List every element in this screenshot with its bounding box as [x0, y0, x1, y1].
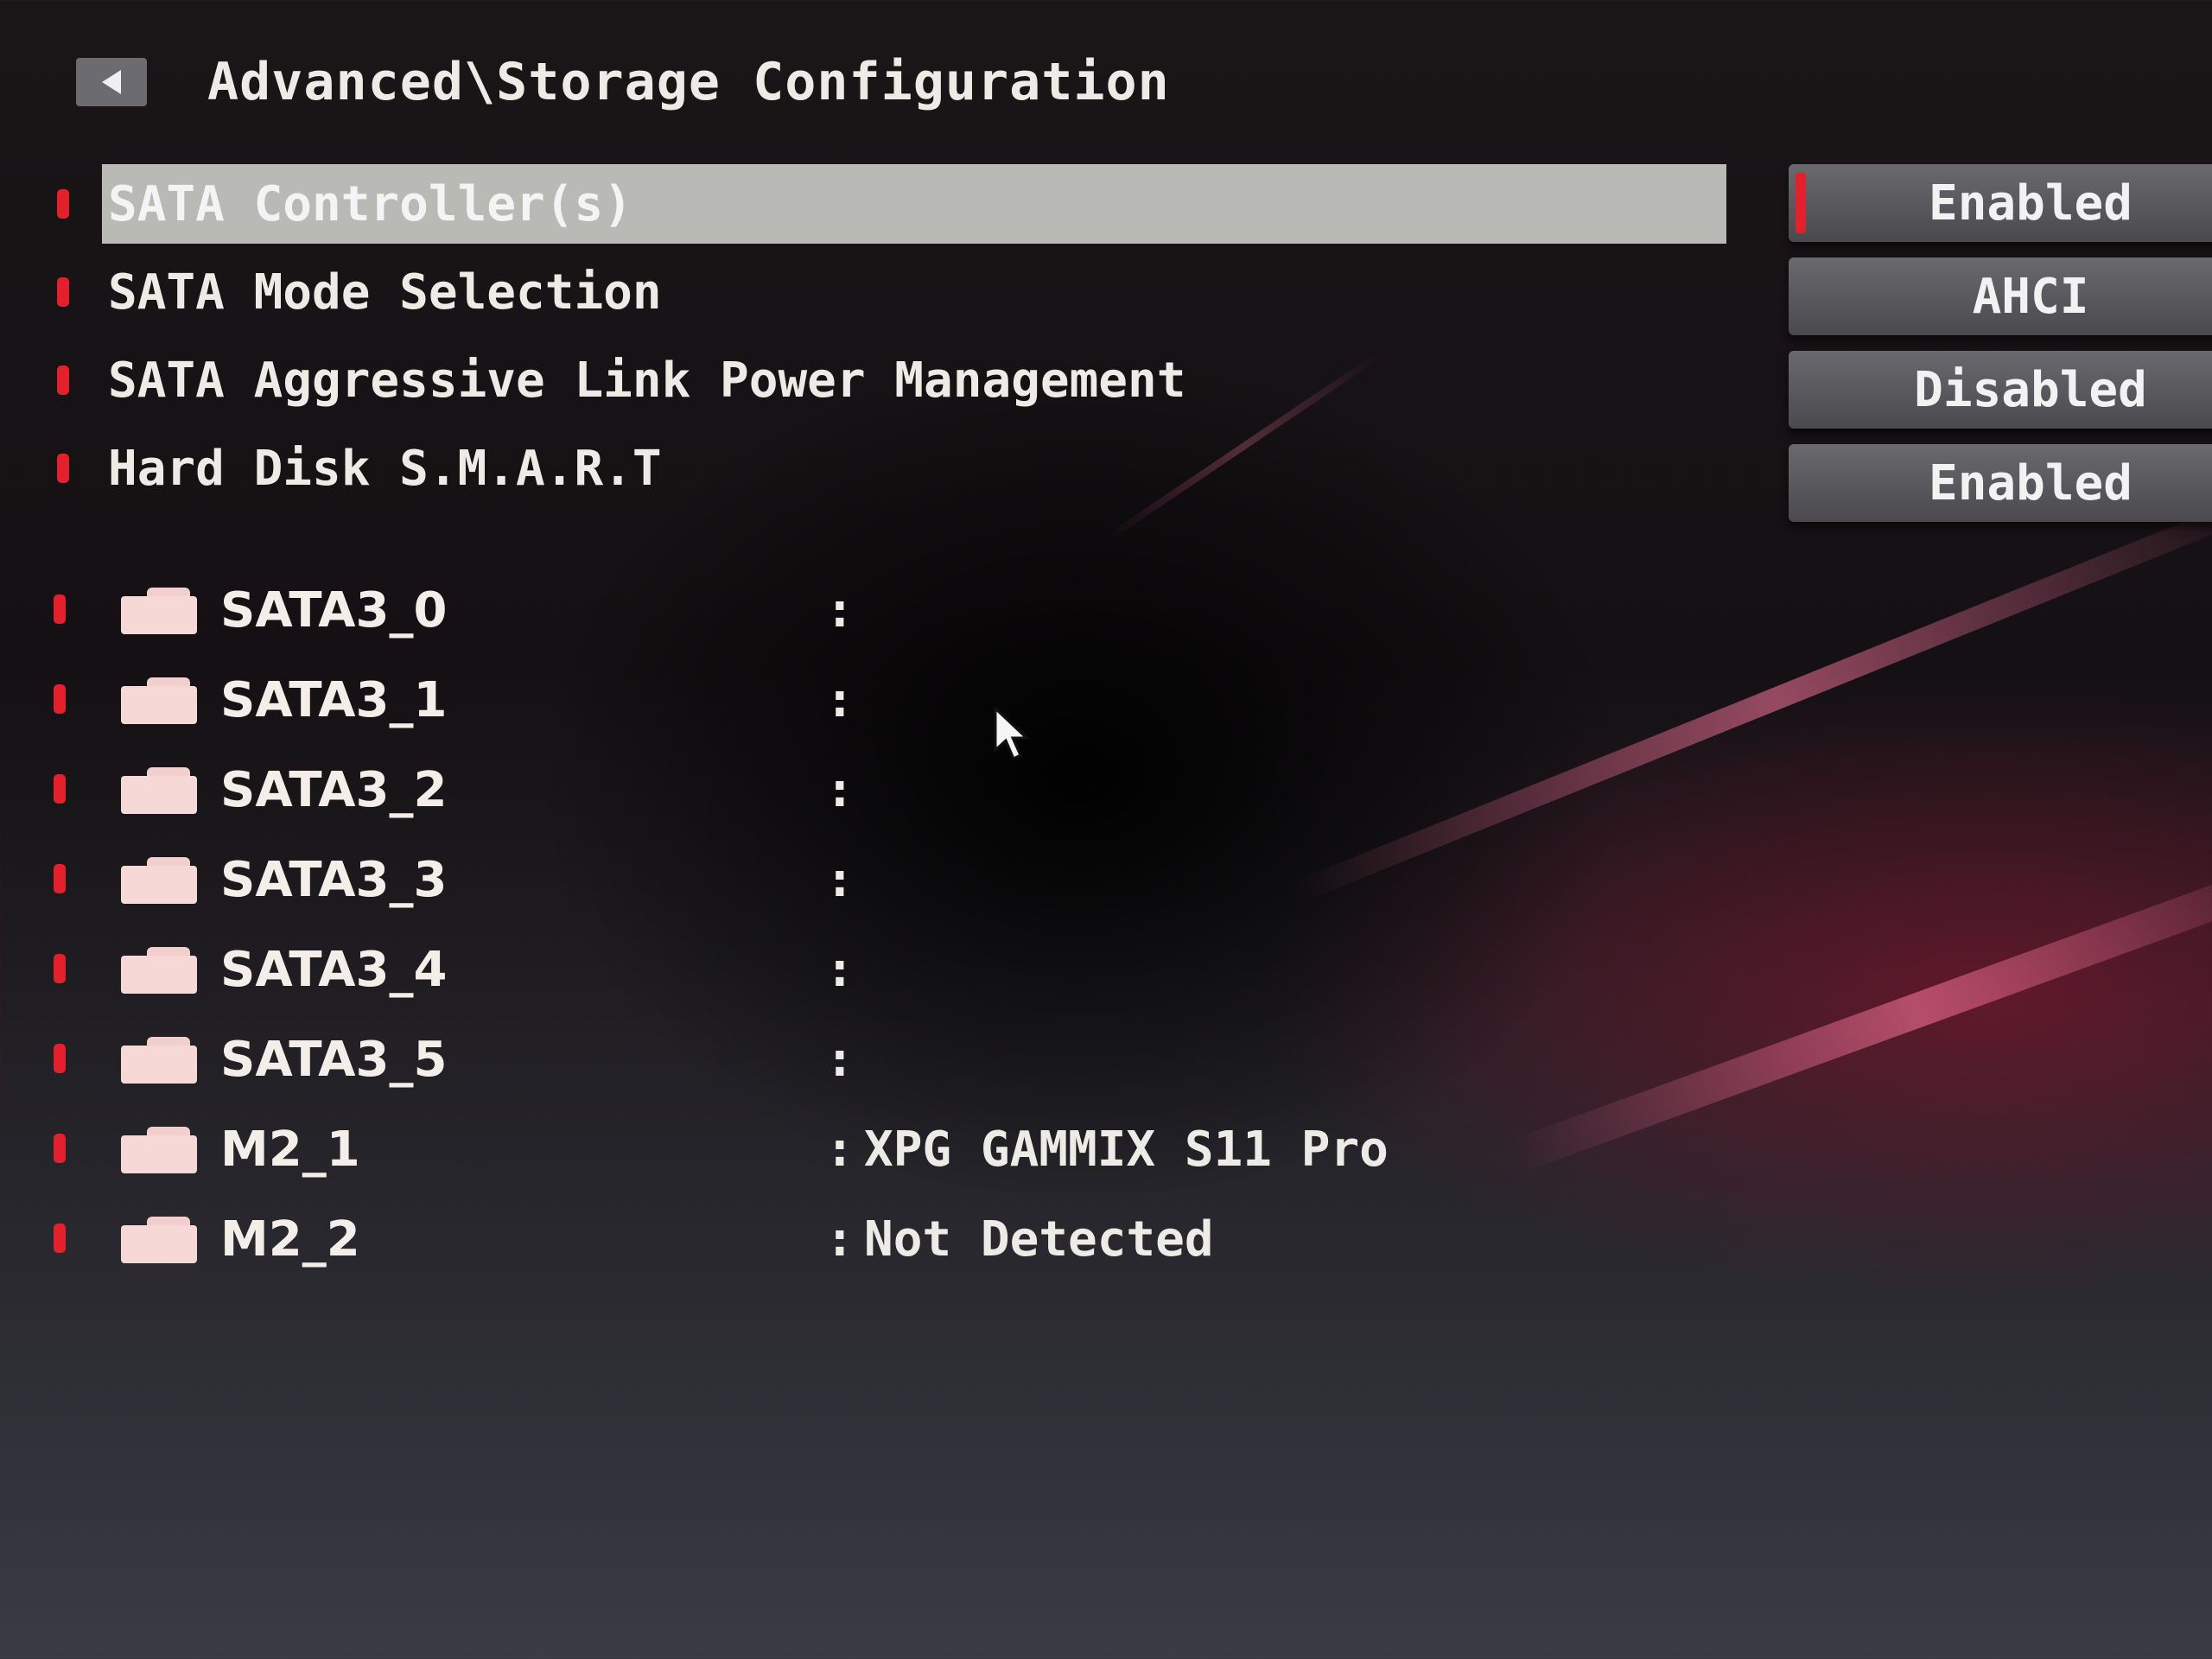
value-label: Enabled — [1928, 454, 2133, 512]
drive-device: Not Detected — [864, 1211, 1214, 1268]
value-label: Disabled — [1914, 361, 2147, 418]
separator: : — [825, 582, 855, 639]
bullet-marker — [57, 365, 69, 395]
value-label: AHCI — [1972, 268, 2089, 325]
page-title: Advanced\Storage Configuration — [207, 52, 1170, 112]
setting-sata-controller[interactable]: SATA Controller(s) — [0, 164, 1728, 244]
drive-row-sata3-4: SATA3_4 : — [0, 930, 2212, 1007]
drive-port-name: M2_1 — [220, 1122, 360, 1178]
drive-row-m2-2: M2_2 : Not Detected — [0, 1199, 2212, 1277]
drive-row-sata3-1: SATA3_1 : — [0, 660, 2212, 738]
value-aggressive-link-power[interactable]: Disabled — [1789, 351, 2212, 429]
value-label: Enabled — [1928, 175, 2133, 232]
drive-row-m2-1: M2_1 : XPG GAMMIX S11 Pro — [0, 1109, 2212, 1187]
drive-port-name: SATA3_3 — [220, 852, 448, 908]
drive-port-name: SATA3_0 — [220, 582, 448, 639]
bullet-marker — [54, 594, 66, 624]
bullet-marker — [57, 277, 69, 307]
separator: : — [825, 852, 855, 908]
folder-icon — [121, 588, 197, 634]
drive-port-name: M2_2 — [220, 1211, 360, 1268]
setting-label: SATA Aggressive Link Power Management — [108, 352, 1186, 409]
drive-row-sata3-0: SATA3_0 : — [0, 570, 2212, 648]
value-sata-mode[interactable]: AHCI — [1789, 257, 2212, 335]
bullet-marker — [54, 1044, 66, 1073]
drive-port-name: SATA3_5 — [220, 1032, 448, 1088]
folder-icon — [121, 767, 197, 814]
setting-sata-mode[interactable]: SATA Mode Selection — [0, 252, 1728, 332]
drive-port-name: SATA3_1 — [220, 672, 448, 728]
value-hard-disk-smart[interactable]: Enabled — [1789, 444, 2212, 522]
drive-port-name: SATA3_4 — [220, 942, 448, 998]
drive-row-sata3-2: SATA3_2 : — [0, 750, 2212, 828]
back-button[interactable] — [76, 58, 147, 106]
bullet-marker — [54, 954, 66, 983]
separator: : — [825, 1122, 855, 1178]
folder-icon — [121, 677, 197, 724]
separator: : — [825, 762, 855, 818]
bullet-marker — [54, 1224, 66, 1253]
setting-aggressive-link-power[interactable]: SATA Aggressive Link Power Management — [0, 340, 1728, 420]
bullet-marker — [54, 774, 66, 804]
bullet-marker — [54, 684, 66, 714]
bullet-marker — [54, 864, 66, 893]
setting-label: SATA Controller(s) — [108, 175, 632, 232]
setting-hard-disk-smart[interactable]: Hard Disk S.M.A.R.T — [0, 429, 1728, 508]
separator: : — [825, 942, 855, 998]
bullet-marker — [57, 454, 69, 483]
page-header: Advanced\Storage Configuration — [76, 43, 1170, 121]
setting-label: Hard Disk S.M.A.R.T — [108, 440, 662, 497]
folder-icon — [121, 1217, 197, 1263]
folder-icon — [121, 1037, 197, 1084]
value-sata-controller[interactable]: Enabled — [1789, 164, 2212, 242]
setting-label: SATA Mode Selection — [108, 264, 662, 321]
drive-row-sata3-3: SATA3_3 : — [0, 840, 2212, 918]
drive-row-sata3-5: SATA3_5 : — [0, 1020, 2212, 1097]
separator: : — [825, 1211, 855, 1268]
folder-icon — [121, 1127, 197, 1173]
folder-icon — [121, 857, 197, 904]
drive-device: XPG GAMMIX S11 Pro — [864, 1122, 1389, 1178]
separator: : — [825, 1032, 855, 1088]
bullet-marker — [57, 189, 69, 219]
folder-icon — [121, 947, 197, 994]
separator: : — [825, 672, 855, 728]
bullet-marker — [54, 1134, 66, 1163]
drive-port-name: SATA3_2 — [220, 762, 448, 818]
back-arrow-icon — [102, 70, 121, 94]
